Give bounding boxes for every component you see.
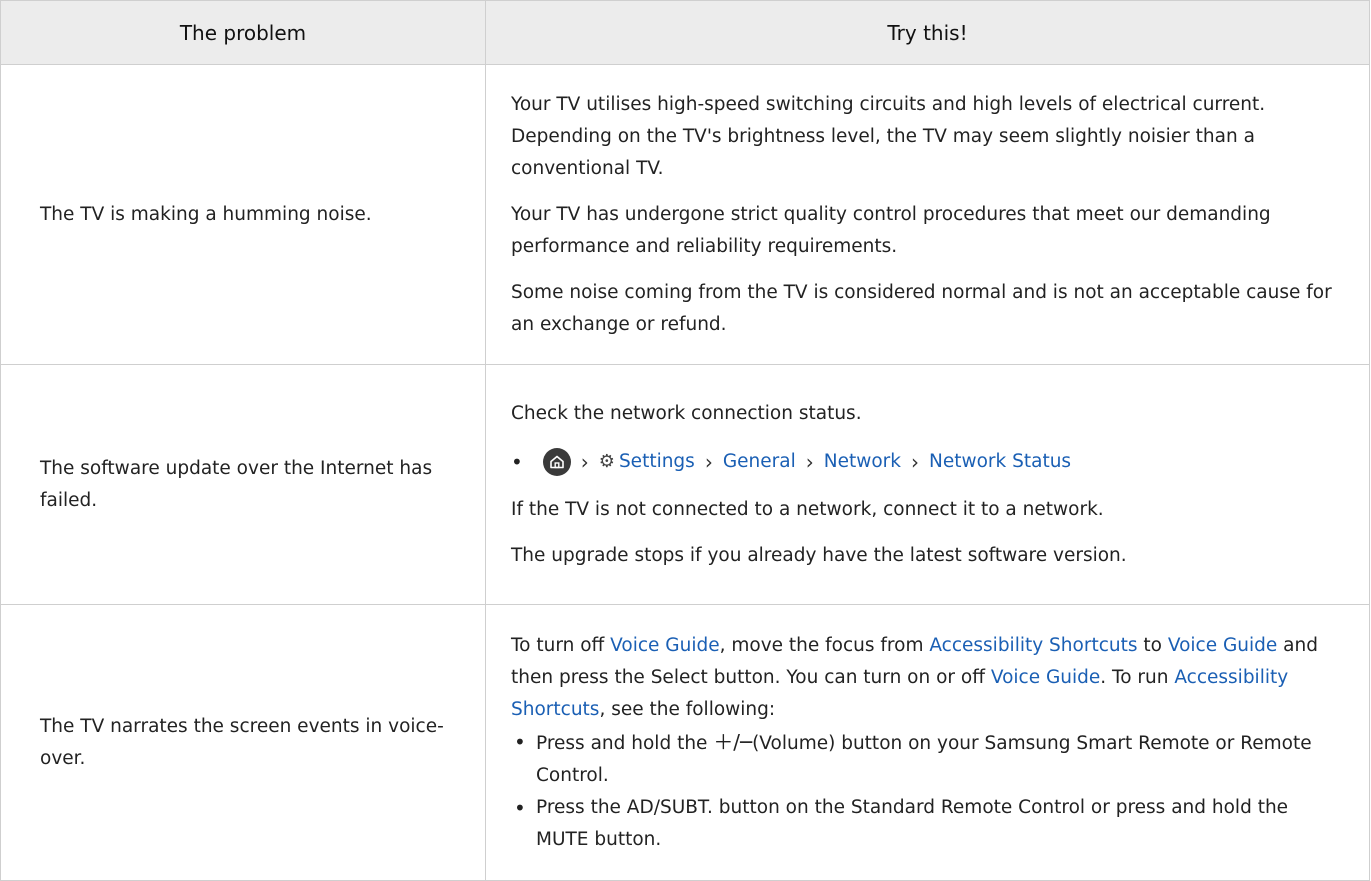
gear-icon: ⚙	[598, 450, 615, 472]
table-row: The software update over the Internet ha…	[0, 364, 1370, 605]
troubleshooting-table: The problem Try this! The TV is making a…	[0, 0, 1370, 881]
menu-path: • › ⚙ Settings › General › Network › Net…	[511, 444, 1339, 480]
chevron-right-icon: ›	[911, 449, 919, 474]
text-run: , see the following:	[599, 698, 776, 720]
menu-network-status-link[interactable]: Network Status	[929, 446, 1071, 478]
bullet: •	[511, 449, 523, 474]
menu-general-link[interactable]: General	[723, 446, 796, 478]
voice-guide-link[interactable]: Voice Guide	[1168, 635, 1277, 656]
problem-cell: The TV narrates the screen events in voi…	[0, 604, 486, 881]
solution-paragraph: The upgrade stops if you already have th…	[511, 544, 1127, 566]
list-item: Press and hold the ＋/─(Volume) button on…	[511, 726, 1339, 792]
table-header-row: The problem Try this!	[0, 0, 1370, 65]
menu-settings-link[interactable]: Settings	[619, 446, 695, 478]
table-row: The TV is making a humming noise. Your T…	[0, 64, 1370, 365]
list-item: Press the AD/SUBT. button on the Standar…	[511, 792, 1339, 856]
text-run: Press the AD/SUBT. button on the Standar…	[536, 796, 1289, 850]
voice-guide-link[interactable]: Voice Guide	[610, 635, 719, 656]
solution-paragraph: To turn off Voice Guide, move the focus …	[511, 630, 1339, 726]
accessibility-shortcuts-link[interactable]: Accessibility Shortcuts	[929, 635, 1137, 656]
chevron-right-icon: ›	[704, 449, 713, 474]
header-try-this: Try this!	[485, 0, 1370, 65]
text-run: . To run	[1100, 666, 1175, 688]
solution-paragraph: If the TV is not connected to a network,…	[511, 498, 1104, 520]
text-run: , move the focus from	[719, 634, 930, 656]
problem-cell: The software update over the Internet ha…	[0, 364, 486, 605]
solution-cell: Your TV utilises high-speed switching ci…	[485, 64, 1370, 365]
solution-paragraph: Check the network connection status.	[511, 402, 862, 424]
solution-paragraph: Your TV utilises high-speed switching ci…	[511, 93, 1266, 179]
solution-paragraph: Your TV has undergone strict quality con…	[511, 203, 1271, 257]
text-run: To turn off	[511, 634, 611, 656]
home-icon-glyph	[549, 455, 564, 468]
chevron-right-icon: ›	[580, 449, 589, 474]
problem-text: The software update over the Internet ha…	[40, 457, 433, 511]
problem-cell: The TV is making a humming noise.	[0, 64, 486, 365]
voice-guide-link[interactable]: Voice Guide	[991, 667, 1100, 688]
table-row: The TV narrates the screen events in voi…	[0, 604, 1370, 881]
chevron-right-icon: ›	[805, 449, 814, 474]
problem-text: The TV is making a humming noise.	[40, 203, 372, 225]
solution-cell: Check the network connection status. • ›…	[485, 364, 1370, 605]
header-problem: The problem	[0, 0, 486, 65]
home-icon[interactable]	[542, 447, 571, 476]
bullet-list: Press and hold the ＋/─(Volume) button on…	[511, 726, 1339, 856]
text-run: to	[1137, 634, 1168, 656]
solution-paragraph: Some noise coming from the TV is conside…	[511, 281, 1332, 335]
problem-text: The TV narrates the screen events in voi…	[40, 715, 444, 769]
menu-network-link[interactable]: Network	[824, 446, 901, 478]
volume-plus-minus-icon: ＋/─	[713, 729, 753, 754]
text-run: Press and hold the	[536, 732, 714, 754]
solution-cell: To turn off Voice Guide, move the focus …	[485, 604, 1370, 881]
